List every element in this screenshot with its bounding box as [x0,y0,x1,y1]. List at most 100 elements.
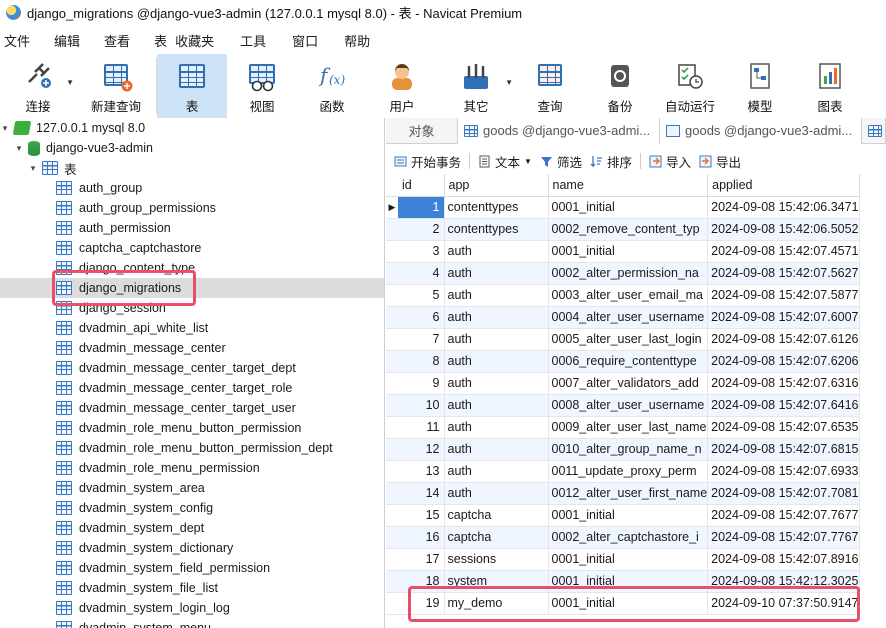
collapse-icon[interactable]: ▾ [14,143,24,154]
table-row[interactable]: 7 auth 0005_alter_user_last_login 2024-09-0… [386,328,860,351]
cell-name[interactable]: 0009_alter_user_last_name [548,416,709,439]
cell-id[interactable]: 10 [398,394,445,417]
cell-name[interactable]: 0011_update_proxy_perm [548,460,709,483]
cell-applied[interactable]: 2024-09-08 15:42:07.8916 [707,548,860,571]
tab-django-migrations[interactable] [862,117,886,144]
cell-app[interactable]: auth [444,438,549,461]
cell-applied[interactable]: 2024-09-08 15:42:07.6535 [707,416,860,439]
menu-table[interactable]: 表 [150,31,167,50]
data-grid[interactable]: id app name applied ▶ 1 contenttypes 0001_i… [386,174,886,628]
tree-table-item[interactable]: dvadmin_system_dept [42,518,204,538]
table-row[interactable]: 3 auth 0001_initial 2024-09-08 15:42:07.457… [386,240,860,263]
cell-app[interactable]: auth [444,306,549,329]
chevron-down-icon[interactable]: ▼ [66,78,74,87]
cell-id[interactable]: 17 [398,548,445,571]
table-button[interactable]: 表 [157,54,227,118]
cell-name[interactable]: 0005_alter_user_last_login [548,328,709,351]
cell-applied[interactable]: 2024-09-08 15:42:07.6933 [707,460,860,483]
tree-table-item[interactable]: dvadmin_api_white_list [42,318,208,338]
cell-id[interactable]: 8 [398,350,445,373]
table-row[interactable]: 9 auth 0007_alter_validators_add 2024-09-08… [386,372,860,395]
cell-app[interactable]: auth [444,240,549,263]
connect-button[interactable]: 连接 ▼ [0,54,76,118]
tree-connection[interactable]: ▾ 127.0.0.1 mysql 8.0 [0,118,145,138]
cell-app[interactable]: auth [444,262,549,285]
table-row[interactable]: 2 contenttypes 0002_remove_content_typ 2024… [386,218,860,241]
menu-view[interactable]: 查看 [100,31,130,50]
cell-name[interactable]: 0003_alter_user_email_ma [548,284,709,307]
tree-table-item[interactable]: auth_group [42,178,142,198]
table-row[interactable]: 12 auth 0010_alter_group_name_n 2024-09-08 … [386,438,860,461]
cell-applied[interactable]: 2024-09-08 15:42:07.4571 [707,240,860,263]
tree-table-item[interactable]: auth_group_permissions [42,198,216,218]
migrations-table[interactable]: id app name applied ▶ 1 contenttypes 0001_i… [386,174,860,615]
cell-app[interactable]: auth [444,284,549,307]
function-button[interactable]: f (x) 函数 [297,54,367,118]
cell-name[interactable]: 0008_alter_user_username [548,394,709,417]
cell-id[interactable]: 9 [398,372,445,395]
table-row[interactable]: 6 auth 0004_alter_user_username 2024-09-08 … [386,306,860,329]
menu-help[interactable]: 帮助 [340,31,370,50]
column-header-name[interactable]: name [548,174,709,197]
cell-app[interactable]: auth [444,416,549,439]
column-header-id[interactable]: id [398,174,445,197]
tree-table-item[interactable]: dvadmin_system_menu [42,618,211,628]
cell-app[interactable]: contenttypes [444,218,549,241]
table-row[interactable]: ▶ 1 contenttypes 0001_initial 2024-09-08 15:… [386,196,860,219]
menu-favorites[interactable]: 收藏夹 [171,31,214,50]
cell-applied[interactable]: 2024-09-08 15:42:06.5052 [707,218,860,241]
tree-table-item[interactable]: dvadmin_message_center_target_dept [42,358,296,378]
cell-name[interactable]: 0002_alter_permission_na [548,262,709,285]
cell-name[interactable]: 0012_alter_user_first_name [548,482,709,505]
tree-table-item[interactable]: dvadmin_role_menu_button_permission_dept [42,438,333,458]
menu-file[interactable]: 文件 [0,31,30,50]
cell-app[interactable]: auth [444,482,549,505]
tree-table-item[interactable]: dvadmin_system_file_list [42,578,218,598]
cell-applied[interactable]: 2024-09-08 15:42:07.6206 [707,350,860,373]
cell-app[interactable]: auth [444,460,549,483]
filter-button[interactable]: 筛选 [540,152,582,171]
cell-name[interactable]: 0002_remove_content_typ [548,218,709,241]
cell-name[interactable]: 0001_initial [548,240,709,263]
chevron-down-icon[interactable]: ▼ [524,157,532,166]
tree-table-item[interactable]: dvadmin_role_menu_button_permission [42,418,301,438]
cell-applied[interactable]: 2024-09-08 15:42:07.7677 [707,504,860,527]
menu-tools[interactable]: 工具 [236,31,266,50]
table-row[interactable]: 15 captcha 0001_initial 2024-09-08 15:42:07… [386,504,860,527]
table-row[interactable]: 17 sessions 0001_initial 2024-09-08 15:42:0… [386,548,860,571]
table-row[interactable]: 16 captcha 0002_alter_captchastore_i 2024-0… [386,526,860,549]
tree-table-item[interactable]: dvadmin_message_center [42,338,226,358]
cell-id[interactable]: 15 [398,504,445,527]
cell-name[interactable]: 0001_initial [548,504,709,527]
import-button[interactable]: 导入 [649,152,691,171]
menu-window[interactable]: 窗口 [288,31,318,50]
tree-table-item[interactable]: dvadmin_message_center_target_role [42,378,292,398]
cell-app[interactable]: sessions [444,548,549,571]
cell-id[interactable]: 5 [398,284,445,307]
cell-name[interactable]: 0001_initial [548,548,709,571]
cell-id[interactable]: 7 [398,328,445,351]
chevron-down-icon[interactable]: ▼ [505,78,513,87]
sort-button[interactable]: 排序 [590,152,632,171]
tree-table-item[interactable]: dvadmin_message_center_target_user [42,398,296,418]
others-button[interactable]: 其它 ▼ [437,54,515,118]
auto-run-button[interactable]: 自动运行 [655,54,725,118]
table-row[interactable]: 11 auth 0009_alter_user_last_name 2024-09-0… [386,416,860,439]
cell-applied[interactable]: 2024-09-08 15:42:07.7081 [707,482,860,505]
begin-transaction-button[interactable]: 开始事务 [394,152,461,171]
cell-app[interactable]: captcha [444,504,549,527]
model-button[interactable]: 模型 [725,54,795,118]
cell-app[interactable]: auth [444,394,549,417]
user-button[interactable]: 用户 [367,54,437,118]
cell-name[interactable]: 0004_alter_user_username [548,306,709,329]
column-header-app[interactable]: app [444,174,549,197]
cell-name[interactable]: 0006_require_contenttype [548,350,709,373]
cell-applied[interactable]: 2024-09-08 15:42:07.6126 [707,328,860,351]
cell-id[interactable]: 14 [398,482,445,505]
cell-name[interactable]: 0002_alter_captchastore_i [548,526,709,549]
navigation-tree[interactable]: ▾ 127.0.0.1 mysql 8.0 ▾ django-vue3-admi… [0,118,385,628]
new-query-button[interactable]: 新建查询 [76,54,156,118]
cell-id[interactable]: 16 [398,526,445,549]
cell-name[interactable]: 0007_alter_validators_add [548,372,709,395]
cell-app[interactable]: contenttypes [444,196,549,219]
